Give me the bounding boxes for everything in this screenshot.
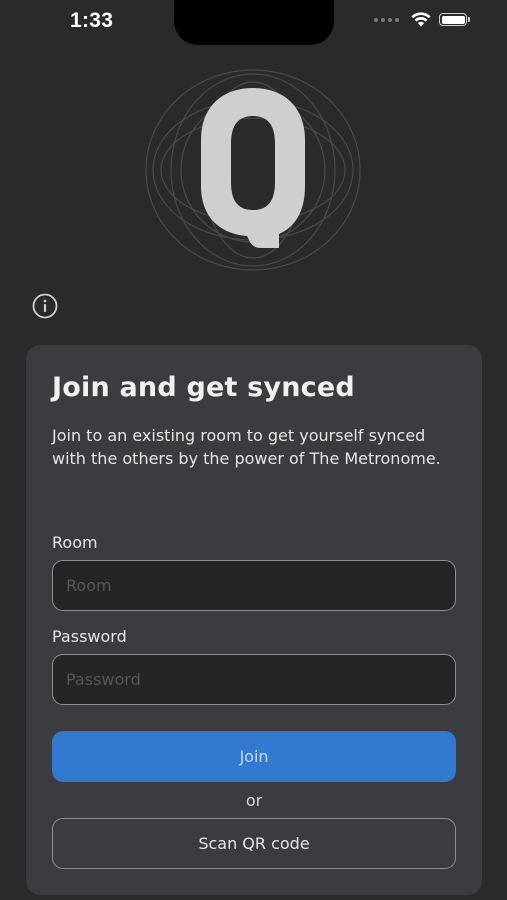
card-title: Join and get synced — [52, 372, 355, 403]
password-label: Password — [52, 627, 127, 646]
scan-qr-button[interactable]: Scan QR code — [52, 818, 456, 869]
signal-dots-icon — [374, 17, 399, 22]
or-separator: or — [245, 791, 263, 810]
status-icons — [374, 12, 470, 27]
battery-level-fill — [441, 15, 465, 24]
q-logo-icon — [145, 69, 361, 271]
status-time: 1:33 — [70, 9, 114, 32]
info-icon[interactable] — [32, 293, 58, 319]
dynamic-island — [174, 0, 334, 45]
battery-icon — [439, 13, 470, 26]
room-label: Room — [52, 533, 98, 552]
wifi-icon — [411, 12, 431, 27]
join-button[interactable]: Join — [52, 731, 456, 782]
password-input[interactable] — [52, 654, 456, 705]
room-input[interactable] — [52, 560, 456, 611]
card-description: Join to an existing room to get yourself… — [52, 426, 441, 468]
join-card: Join and get synced Join to an existing … — [26, 345, 482, 895]
